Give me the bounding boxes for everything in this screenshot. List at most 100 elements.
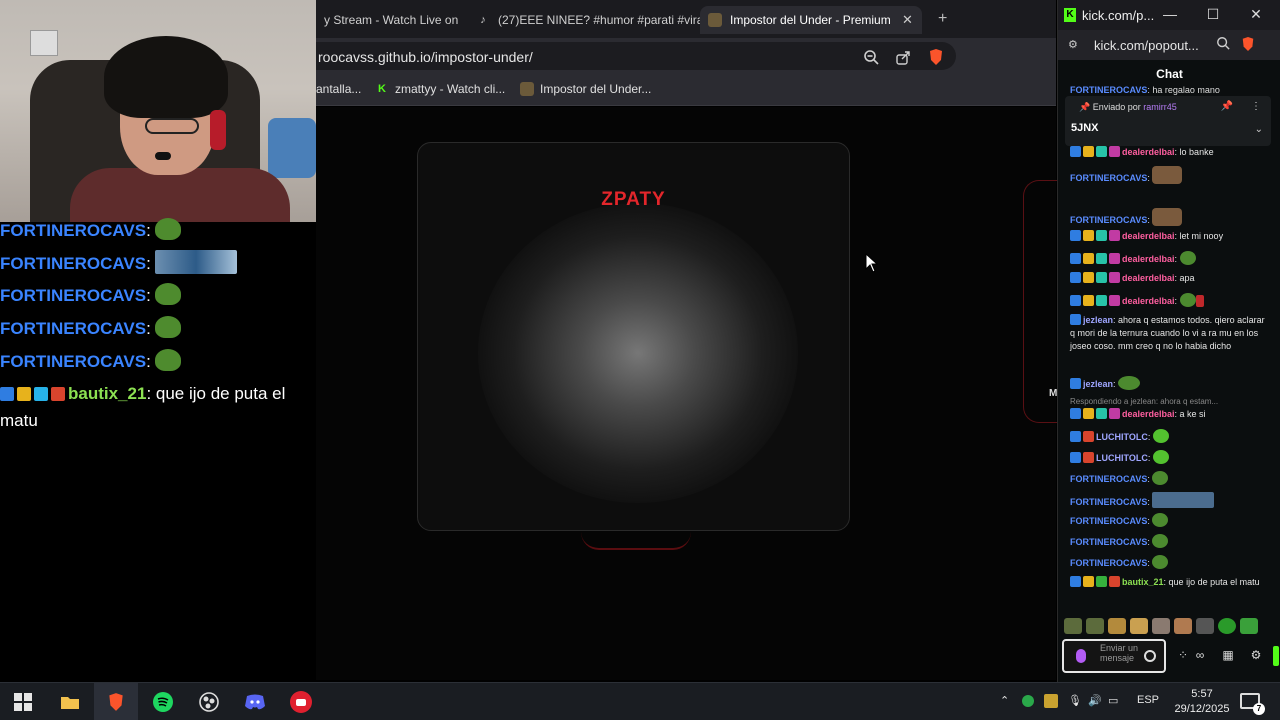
chat-input-placeholder: Enviar un mensaje: [1100, 643, 1139, 663]
chat-username[interactable]: dealerdelbai: [1122, 409, 1175, 419]
file-explorer-icon[interactable]: [59, 691, 81, 713]
bookmark-zmattyy[interactable]: K zmattyy - Watch cli...: [375, 82, 505, 96]
streamer-body: [70, 168, 290, 222]
chat-username[interactable]: FORTINEROCAVS: [1070, 537, 1147, 547]
emote-button[interactable]: [1218, 618, 1236, 634]
chat-message: jezlean:: [1070, 376, 1268, 391]
player-card[interactable]: ZPATY: [417, 142, 850, 531]
spotify-icon[interactable]: [152, 691, 174, 713]
tab-impostor-del-under[interactable]: Impostor del Under - Premium E ✕: [700, 6, 922, 34]
obs-icon[interactable]: [198, 691, 220, 713]
chat-message: dealerdelbai: apa: [1070, 272, 1268, 285]
chat-username[interactable]: FORTINEROCAVS: [1070, 558, 1147, 568]
glasses: [145, 118, 199, 134]
minimize-icon[interactable]: —: [1160, 6, 1180, 22]
chat-username[interactable]: FORTINEROCAVS: [1070, 85, 1147, 95]
microphone-icon[interactable]: [1076, 649, 1086, 663]
pinned-message[interactable]: 📌 Enviado por ramirr45 📌 ⋮ 5JNX ⌄: [1065, 96, 1271, 146]
zoom-icon[interactable]: [862, 48, 880, 66]
emote-button[interactable]: [1064, 618, 1082, 634]
unpin-icon[interactable]: 📌: [1221, 101, 1233, 112]
zoom-icon[interactable]: [1216, 36, 1230, 55]
background-pillow: [268, 118, 316, 178]
emote-button[interactable]: [1086, 618, 1104, 634]
pinned-by-user: ramirr45: [1143, 102, 1177, 112]
kick-logo-icon: K: [1064, 8, 1076, 22]
chat-username[interactable]: FORTINEROCAVS: [1070, 215, 1147, 225]
show-hidden-icons-icon[interactable]: ⌃: [1000, 694, 1009, 707]
new-tab-button[interactable]: +: [938, 10, 947, 28]
emote-button[interactable]: [1196, 618, 1214, 634]
emote-icon: [1118, 376, 1141, 390]
windows-start-icon[interactable]: [12, 691, 34, 713]
chat-username[interactable]: dealerdelbai: [1122, 231, 1175, 241]
bookmark-label: zmattyy - Watch cli...: [395, 82, 506, 96]
badge-icon: [34, 387, 48, 401]
url-field[interactable]: roocavss.github.io/impostor-under/: [316, 42, 956, 70]
chat-username[interactable]: FORTINEROCAVS: [1070, 474, 1147, 484]
chat-username[interactable]: LUCHITOLC: [1096, 453, 1148, 463]
chat-username[interactable]: FORTINEROCAVS: [1070, 516, 1147, 526]
tray-app-icon[interactable]: [1022, 695, 1034, 707]
network-icon[interactable]: ▭: [1108, 694, 1118, 707]
kick-address-bar[interactable]: ⚙ kick.com/popout...: [1058, 30, 1280, 60]
pinned-text: 5JNX: [1071, 122, 1099, 134]
emote-button[interactable]: [1152, 618, 1170, 634]
chat-username[interactable]: LUCHITOLC: [1096, 432, 1148, 442]
chat-username[interactable]: bautix_21: [1122, 577, 1164, 587]
chat-message: FORTINEROCAVS:: [1070, 166, 1268, 185]
maximize-icon[interactable]: ☐: [1203, 6, 1223, 23]
tab-tiktok[interactable]: ♪ (27)EEE NINEE? #humor #parati #vira: [468, 6, 710, 34]
game-favicon-icon: [708, 13, 722, 27]
quick-emote-bar: [1064, 618, 1274, 636]
discord-icon[interactable]: [244, 691, 266, 713]
close-window-icon[interactable]: ✕: [1246, 6, 1266, 23]
badge-icon: [0, 387, 14, 401]
brave-shield-icon[interactable]: [927, 48, 945, 66]
overlay-chat-line: FORTINEROCAVS:: [0, 283, 181, 306]
clock[interactable]: 5:57 29/12/2025: [1172, 687, 1232, 717]
more-options-icon[interactable]: ⋮: [1251, 101, 1261, 112]
chat-username[interactable]: dealerdelbai: [1122, 273, 1175, 283]
chat-username[interactable]: jezlean: [1083, 315, 1113, 325]
brave-browser-icon[interactable]: [105, 691, 127, 713]
emote-button[interactable]: [1108, 618, 1126, 634]
store-icon[interactable]: ▦: [1219, 648, 1237, 664]
tray-app-icon[interactable]: [1044, 694, 1058, 708]
microphone-icon[interactable]: 🎙: [1068, 694, 1082, 707]
chevron-down-icon[interactable]: ⌄: [1255, 124, 1263, 135]
chat-username[interactable]: dealerdelbai: [1122, 254, 1175, 264]
webcam-overlay: [0, 0, 316, 222]
chat-username[interactable]: FORTINEROCAVS: [1070, 173, 1147, 183]
chat-username[interactable]: dealerdelbai: [1122, 296, 1175, 306]
overlay-username: bautix_21: [68, 384, 147, 403]
chat-message-input[interactable]: Enviar un mensaje: [1062, 639, 1166, 673]
bookmark-impostor[interactable]: Impostor del Under...: [520, 82, 651, 96]
gear-icon[interactable]: ⚙: [1247, 648, 1265, 664]
chat-username[interactable]: FORTINEROCAVS: [1070, 497, 1147, 507]
chat-message: dealerdelbai:: [1070, 293, 1268, 308]
send-button[interactable]: [1273, 646, 1279, 666]
share-icon[interactable]: [894, 48, 912, 66]
close-tab-icon[interactable]: ✕: [902, 12, 913, 28]
brave-shield-icon[interactable]: [1241, 36, 1255, 57]
volume-icon[interactable]: 🔊: [1088, 694, 1102, 707]
emoji-picker-icon[interactable]: [1144, 650, 1156, 662]
overlay-username: FORTINEROCAVS: [0, 286, 147, 305]
car-emote-icon: [154, 250, 237, 274]
chat-username[interactable]: dealerdelbai: [1122, 147, 1175, 157]
emote-button[interactable]: [1130, 618, 1148, 634]
language-indicator[interactable]: ESP: [1137, 694, 1159, 706]
reply-preview[interactable]: Respondiendo a jezlean: ahora q estam...: [1070, 395, 1268, 408]
chat-username[interactable]: jezlean: [1083, 379, 1113, 389]
tab-kick-stream[interactable]: y Stream - Watch Live on K: [316, 6, 460, 34]
emote-button[interactable]: [1240, 618, 1258, 634]
share-icon[interactable]: ⁘: [1174, 648, 1192, 664]
bookmark-pantalla[interactable]: antalla...: [316, 82, 361, 96]
site-info-icon[interactable]: ⚙: [1068, 38, 1078, 51]
chat-message: bautix_21: que ijo de puta el matu: [1070, 576, 1268, 589]
game-favicon-icon: [520, 82, 534, 96]
emote-button[interactable]: [1174, 618, 1192, 634]
infinity-icon[interactable]: ∞: [1191, 648, 1209, 664]
game-app-icon[interactable]: [290, 691, 312, 713]
